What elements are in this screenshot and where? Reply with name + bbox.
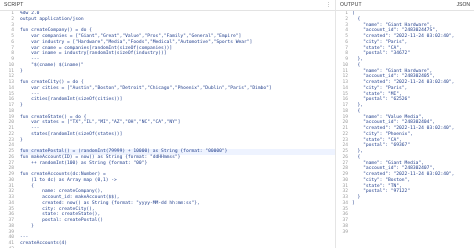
dataweave-playground: SCRIPT ⋮ 1 2 3 4 5 6 7 8 9 10 11 12 13 14 15 16 17 18 19 20… <box>0 0 474 248</box>
more-options-icon[interactable]: ⋮ <box>326 2 331 8</box>
output-viewer[interactable]: 1 2 3 4 5 6 7 8 9 10 11 12 13 14 15 16 17 18 19 20 21 22 23 24 2… <box>336 11 474 248</box>
output-code-lines[interactable]: [ { "name": "Giant Hardware", "account_i… <box>352 11 474 248</box>
output-format-label[interactable]: JSON <box>457 2 470 8</box>
output-pane-title: OUTPUT <box>340 2 362 8</box>
output-pane-header: OUTPUT JSON <box>336 0 474 11</box>
script-line-gutter: 1 2 3 4 5 6 7 8 9 10 11 12 13 14 15 16 17 18 19 20 21 22 23 24 2… <box>0 11 16 248</box>
line-number: 39 <box>342 229 348 235</box>
script-editor[interactable]: 1 2 3 4 5 6 7 8 9 10 11 12 13 14 15 16 17 18 19 20 21 22 23 24 2… <box>0 11 335 248</box>
script-pane: SCRIPT ⋮ 1 2 3 4 5 6 7 8 9 10 11 12 13 14 15 16 17 18 19 20… <box>0 0 335 248</box>
script-pane-title: SCRIPT <box>4 2 24 8</box>
script-pane-header: SCRIPT ⋮ <box>0 0 335 11</box>
output-pane: OUTPUT JSON 1 2 3 4 5 6 7 8 9 10 11 12 13 14 15 16 17 18 1… <box>336 0 474 248</box>
output-line-gutter: 1 2 3 4 5 6 7 8 9 10 11 12 13 14 15 16 17 18 19 20 21 22 23 24 2… <box>336 11 350 248</box>
script-code-lines[interactable]: %dw 2.0 output application/json fun create… <box>20 11 335 248</box>
